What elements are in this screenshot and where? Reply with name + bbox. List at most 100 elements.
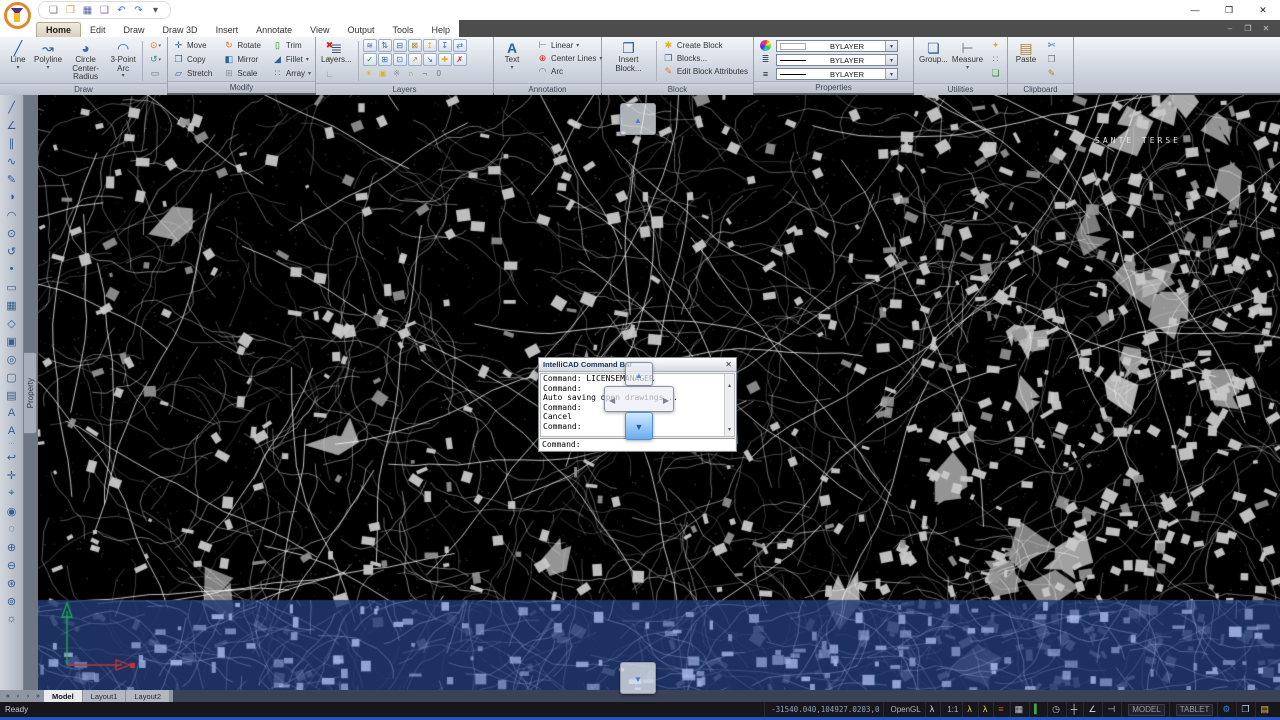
property-tool-button[interactable]: ≣ — [757, 53, 774, 66]
center-lines-button[interactable]: ⊕ Center Lines ▾ — [535, 52, 604, 65]
toolbar-separator[interactable]: ··· — [1, 440, 23, 448]
zoom-window-button[interactable]: ◉ — [1, 502, 23, 520]
trim-button[interactable]: ▯ Trim — [270, 39, 313, 52]
chevron-down-icon[interactable] — [885, 41, 897, 51]
multiline-tool-button[interactable]: ∥ — [1, 134, 23, 152]
redo-button[interactable]: ↷ — [131, 3, 146, 17]
layer-tool-button[interactable]: ⊟ — [393, 39, 407, 52]
menu-tab[interactable]: Annotate — [247, 23, 301, 37]
plot-button[interactable]: ❑ — [97, 3, 112, 17]
layer-tool-button[interactable]: ≋ — [363, 39, 377, 52]
edit-block-attributes-button[interactable]: ✎ Edit Block Attributes — [661, 65, 750, 78]
property-tool-button[interactable] — [757, 39, 774, 52]
mdi-minimize-button[interactable]: – — [1224, 24, 1236, 33]
close-button[interactable]: ✕ — [1246, 2, 1280, 18]
layer-tool-button[interactable]: ↘ — [423, 53, 437, 66]
scale-button[interactable]: ⊞ Scale — [221, 67, 266, 80]
zoom-in-button[interactable]: ⊕ — [1, 538, 23, 556]
menu-tab[interactable]: Output — [338, 23, 383, 37]
last-sheet-button[interactable]: » — [33, 693, 43, 700]
polar-button[interactable]: ∠ — [1083, 702, 1102, 717]
blocks-button[interactable]: ❐ Blocks... — [661, 52, 750, 65]
layer-tool-button[interactable]: ✚ — [438, 53, 452, 66]
insert-block-button[interactable]: ❒ Insert Block... — [605, 39, 652, 83]
layer-state-button[interactable]: ¬ — [419, 67, 431, 79]
crosshair-button[interactable]: ┼ — [1066, 702, 1083, 717]
circle-tool-button[interactable]: ◑ — [1, 188, 23, 206]
scroll-up-icon[interactable] — [728, 374, 731, 392]
utility-tool-button[interactable]: ❏ — [987, 67, 1004, 80]
layer-tool-button[interactable]: ↥ — [423, 39, 437, 52]
arc-dimension-button[interactable]: ◠ Arc — [535, 65, 604, 78]
command-scrollbar[interactable] — [724, 374, 734, 436]
layer-tool-button[interactable]: ⊡ — [393, 53, 407, 66]
zoom-all-button[interactable]: ⊛ — [1, 574, 23, 592]
dock-guide-bottom[interactable] — [625, 412, 653, 440]
arc-tool-button[interactable]: ◠ — [1, 206, 23, 224]
text-button[interactable]: A Text ▾ — [497, 39, 527, 83]
menu-tab[interactable]: Tools — [384, 23, 423, 37]
mtext-tool-button[interactable]: A — [1, 422, 23, 440]
linetype-combo[interactable]: BYLAYER — [776, 54, 898, 66]
mdi-restore-button[interactable]: ❐ — [1242, 24, 1254, 33]
rotate-button[interactable]: ↻ Rotate — [221, 39, 266, 52]
layer-tool-button[interactable]: ⇄ — [453, 39, 467, 52]
close-icon[interactable]: ✕ — [725, 360, 732, 369]
snap-indicator[interactable]: ▍ — [1029, 702, 1047, 717]
color-combo[interactable]: BYLAYER — [776, 40, 898, 52]
clipboard-tool-button[interactable]: ✎ — [1043, 67, 1060, 80]
layer-tool-button[interactable]: ↧ — [438, 39, 452, 52]
polygon-tool-button[interactable]: ◇ — [1, 314, 23, 332]
revision-cloud-button[interactable]: ↺ ▾ — [147, 53, 164, 66]
timer-button[interactable]: ◷ — [1047, 702, 1066, 717]
chevron-down-icon[interactable] — [885, 55, 897, 65]
layer-state-button[interactable]: ☀ — [363, 67, 375, 79]
auto-annotation-button[interactable]: λ — [978, 702, 994, 717]
menu-tab[interactable]: View — [301, 23, 338, 37]
property-tool-button[interactable]: ≡ — [757, 67, 774, 80]
layer-tool-button[interactable]: ↗ — [408, 53, 422, 66]
minimize-button[interactable]: — — [1178, 2, 1212, 18]
revision-cloud-tool-button[interactable]: ↺ — [1, 242, 23, 260]
menu-tab[interactable]: Edit — [81, 23, 115, 37]
zoom-out-button[interactable]: ⊖ — [1, 556, 23, 574]
menu-tab[interactable]: Insert — [207, 23, 248, 37]
layer-tool-button[interactable]: ⇅ — [378, 39, 392, 52]
annotation-scale-button[interactable]: 1:1 — [940, 702, 962, 717]
fillet-button[interactable]: ◢ Fillet ▾ — [270, 53, 313, 66]
pan-tool-button[interactable]: ✛ — [1, 466, 23, 484]
layer-state-button[interactable]: ∩ — [405, 67, 417, 79]
new-button[interactable]: ❏ — [46, 3, 61, 17]
layer-state-button[interactable]: ※ — [391, 67, 403, 79]
mirror-button[interactable]: ◧ Mirror — [221, 53, 266, 66]
stretch-button[interactable]: ▱ Stretch — [171, 67, 217, 80]
settings-button[interactable]: ⚙ — [1217, 702, 1236, 717]
ellipse-tool-button[interactable]: ⊙ — [1, 224, 23, 242]
undo-button[interactable]: ↶ — [114, 3, 129, 17]
restore-button[interactable]: ❐ — [1212, 2, 1246, 18]
ortho-button[interactable]: ⊣ — [1102, 702, 1121, 717]
app-logo-icon[interactable] — [4, 2, 31, 29]
region-tool-button[interactable]: ▣ — [1, 332, 23, 350]
utility-tool-button[interactable]: ✦ — [987, 39, 1004, 52]
menu-tab[interactable]: Help — [423, 23, 460, 37]
menu-tab[interactable]: Draw — [115, 23, 154, 37]
zoom-extents-button[interactable]: ⊚ — [1, 592, 23, 610]
layer-tool-button[interactable]: ✓ — [363, 53, 377, 66]
array-button[interactable]: ∷ Array ▾ — [270, 67, 313, 80]
dock-guide-top[interactable] — [625, 362, 653, 386]
grid-toggle[interactable]: ▦ — [1010, 702, 1030, 717]
utility-tool-button[interactable]: ∷ — [987, 53, 1004, 66]
model-space-button[interactable]: MODEL — [1121, 702, 1168, 717]
layer-tool-button[interactable]: ⊠ — [408, 39, 422, 52]
spline-tool-button[interactable]: ∿ — [1, 152, 23, 170]
paste-button[interactable]: ▤ Paste — [1011, 39, 1041, 83]
messages-button[interactable]: ▤ — [1255, 702, 1275, 717]
measure-button[interactable]: ⊢ Measure ▾ — [950, 39, 985, 83]
ellipse-button[interactable]: ⊙ ▾ — [147, 39, 164, 52]
view-previous-button[interactable]: ↩ — [1, 448, 23, 466]
sheet-tab[interactable]: Model — [44, 690, 83, 702]
prev-sheet-button[interactable]: ‹ — [13, 693, 23, 700]
dock-guide-middle[interactable] — [604, 386, 674, 412]
linear-dimension-button[interactable]: ⊢ Linear ▾ — [535, 39, 604, 52]
